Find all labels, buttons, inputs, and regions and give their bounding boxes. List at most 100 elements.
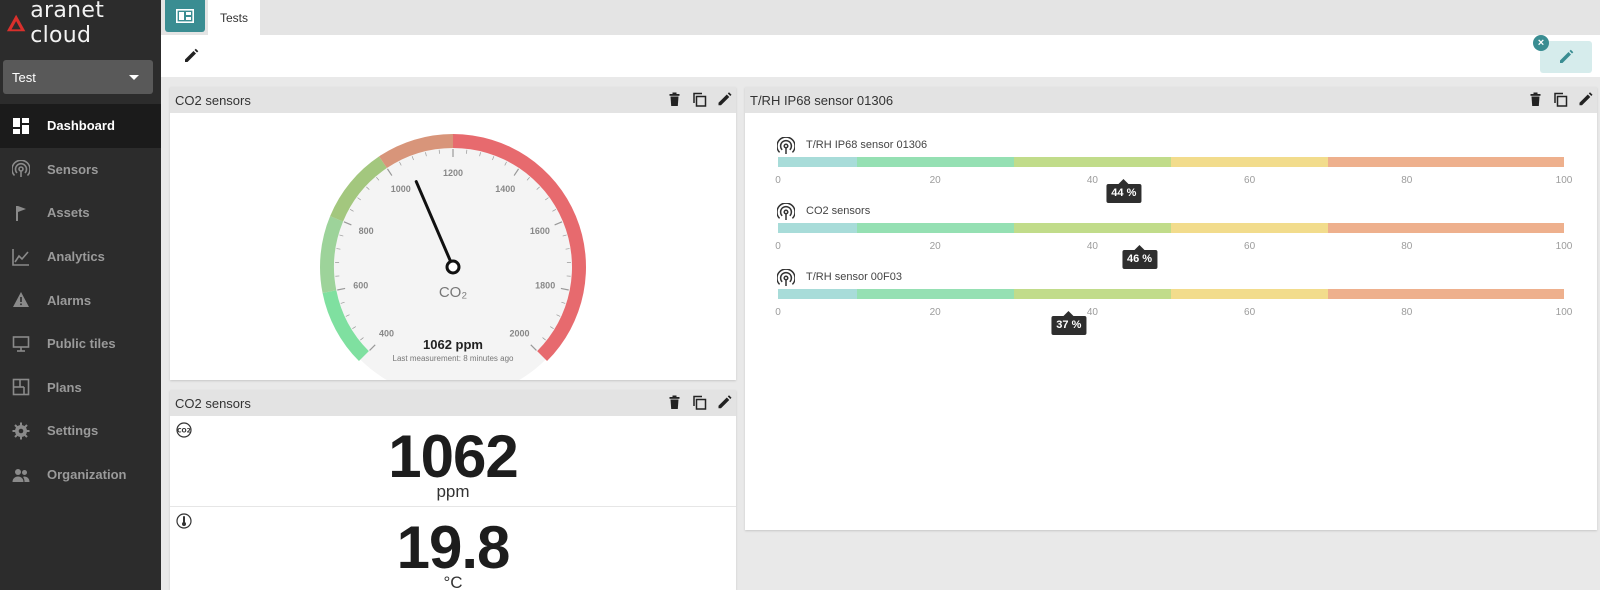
scale-tick-label: 100 — [1555, 175, 1573, 186]
gauge-tick-label: 800 — [359, 226, 374, 236]
dashboard-toolbar: × — [161, 35, 1600, 77]
gauge-needle-hub — [445, 259, 461, 275]
dashboard-icon — [12, 117, 30, 135]
chevron-down-icon — [129, 75, 139, 80]
scale-tick-label: 40 — [1086, 307, 1098, 318]
organization-select[interactable]: Test — [3, 60, 153, 94]
scale-tick-label: 80 — [1401, 307, 1413, 318]
pencil-icon[interactable] — [183, 48, 199, 64]
sidebar-item-label: Dashboard — [47, 118, 115, 134]
sensor-icon — [777, 137, 795, 154]
gauge-tick-label: 1800 — [535, 280, 555, 290]
copy-icon[interactable] — [1553, 92, 1568, 107]
sidebar-item-analytics[interactable]: Analytics — [0, 235, 161, 279]
pencil-icon[interactable] — [1578, 92, 1593, 107]
delete-icon[interactable] — [667, 92, 682, 107]
humidity-scale-bar — [778, 289, 1564, 299]
co2-gauge-widget: CO2 sensors 400 600 800 1000 1200 1400 1600 180… — [170, 87, 736, 380]
pencil-icon[interactable] — [717, 92, 732, 107]
humidity-scale-bar — [778, 223, 1564, 233]
scale-segment — [1170, 223, 1329, 233]
dashboard-tabbar: Tests — [161, 0, 1600, 35]
scale-segment — [1013, 289, 1171, 299]
scale-segment — [1328, 289, 1564, 299]
sensor-name[interactable]: CO2 sensors — [806, 205, 870, 217]
scale-tick-label: 0 — [775, 307, 781, 318]
organization-select-value: Test — [12, 69, 36, 85]
sidebar-item-label: Public tiles — [47, 336, 116, 352]
sidebar-item-public-tiles[interactable]: Public tiles — [0, 322, 161, 366]
sidebar-item-alarms[interactable]: Alarms — [0, 278, 161, 322]
copy-icon[interactable] — [692, 92, 707, 107]
scale-segment — [1328, 223, 1564, 233]
widget-header: CO2 sensors — [170, 390, 736, 416]
floor-plan-icon — [12, 378, 30, 396]
sidebar-item-sensors[interactable]: Sensors — [0, 148, 161, 192]
widget-title: CO2 sensors — [175, 92, 251, 108]
scale-tick-label: 60 — [1244, 241, 1256, 252]
close-icon[interactable]: × — [1533, 35, 1549, 51]
chart-line-icon — [12, 248, 30, 266]
monitor-icon — [12, 335, 30, 353]
warning-icon — [12, 291, 30, 309]
value-badge: 37 % — [1051, 311, 1087, 335]
widget-actions — [667, 395, 732, 410]
widget-actions — [1528, 92, 1593, 107]
delete-icon[interactable] — [1528, 92, 1543, 107]
brand-logo[interactable]: aranet cloud — [6, 0, 161, 48]
dashboard-layout-button[interactable] — [165, 0, 205, 32]
widget-title: CO2 sensors — [175, 395, 251, 411]
gauge-tick-label: 600 — [353, 280, 368, 290]
gauge-tick-label: 1400 — [495, 184, 515, 194]
scale-ticks: 0 20 40 60 80 100 — [775, 175, 1572, 187]
sidebar-nav: Dashboard Sensors Assets Analytics Alarm… — [0, 104, 161, 496]
sensor-name[interactable]: T/RH sensor 00F03 — [806, 271, 902, 283]
sidebar-item-label: Assets — [47, 205, 90, 221]
value-badge: 44 % — [1106, 179, 1142, 203]
sensor-icon — [777, 269, 795, 286]
co2-readings-widget: CO2 sensors CO2 1062 ppm 19.8 °C — [170, 390, 736, 590]
scale-segment — [856, 223, 1014, 233]
gauge-value: 1062 ppm — [423, 337, 483, 352]
humidity-scale-bar — [778, 157, 1564, 167]
co2-unit: ppm — [436, 482, 470, 501]
gear-icon — [12, 422, 30, 440]
tab-tests[interactable]: Tests — [208, 0, 260, 35]
widget-header: T/RH IP68 sensor 01306 — [745, 87, 1597, 113]
sidebar-item-organization[interactable]: Organization — [0, 453, 161, 497]
brand-name: aranet cloud — [30, 0, 105, 48]
scale-tick-label: 40 — [1086, 175, 1098, 186]
pencil-icon[interactable] — [717, 395, 732, 410]
scale-tick-label: 60 — [1244, 307, 1256, 318]
layout-grid-icon — [176, 9, 194, 23]
scale-segment — [1170, 289, 1329, 299]
delete-icon[interactable] — [667, 395, 682, 410]
sidebar-item-label: Plans — [47, 379, 82, 395]
sidebar-item-plans[interactable]: Plans — [0, 366, 161, 410]
scale-segment — [778, 289, 857, 299]
gauge-tick-label: 1000 — [391, 184, 411, 194]
temperature-reading: 19.8 °C — [170, 507, 736, 590]
widget-header: CO2 sensors — [170, 87, 736, 113]
edit-dashboard-button[interactable]: × — [1533, 35, 1592, 73]
sidebar-item-dashboard[interactable]: Dashboard — [0, 104, 161, 148]
flag-icon — [12, 204, 30, 222]
scale-tick-label: 20 — [929, 307, 941, 318]
humidity-bars-widget: T/RH IP68 sensor 01306 T/RH IP68 sensor … — [745, 87, 1597, 530]
sidebar-item-label: Settings — [47, 423, 99, 439]
copy-icon[interactable] — [692, 395, 707, 410]
pencil-icon — [1560, 49, 1574, 63]
scale-ticks: 0 20 40 60 80 100 — [775, 307, 1572, 319]
co2-reading: CO2 1062 ppm — [170, 416, 736, 507]
sensor-icon — [777, 203, 795, 220]
sensor-name[interactable]: T/RH IP68 sensor 01306 — [806, 139, 927, 151]
sidebar-item-label: Organization — [47, 467, 127, 483]
scale-tick-label: 0 — [775, 175, 781, 186]
sidebar-item-settings[interactable]: Settings — [0, 409, 161, 453]
sidebar-item-label: Analytics — [47, 249, 105, 265]
humidity-bar-row: T/RH sensor 00F03 0 20 40 60 80 100 37 % — [745, 269, 1597, 335]
scale-segment — [856, 289, 1014, 299]
scale-segment — [1013, 157, 1171, 167]
sidebar-item-assets[interactable]: Assets — [0, 191, 161, 235]
sidebar: aranet cloud Test Dashboard Sensors Asse… — [0, 0, 161, 590]
